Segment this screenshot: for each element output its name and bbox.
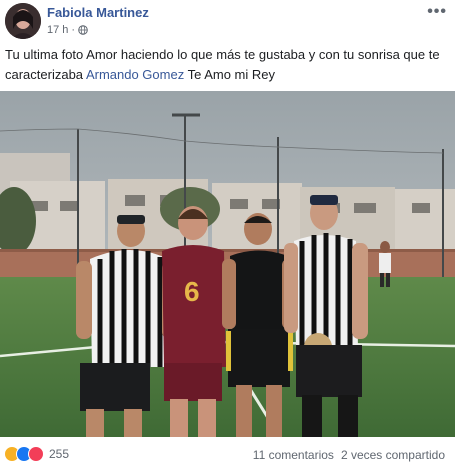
post-meta: 17 h · xyxy=(47,24,88,36)
mention-link[interactable]: Armando Gomez xyxy=(86,67,184,82)
love-icon xyxy=(28,446,44,462)
post-photo[interactable]: 6 xyxy=(0,91,455,437)
dot-separator: · xyxy=(71,24,76,36)
avatar-photo xyxy=(5,3,41,39)
facebook-post: Fabiola Martinez 17 h · ••• Tu ultima fo… xyxy=(0,0,455,471)
post-text: Tu ultima foto Amor haciendo lo que más … xyxy=(5,45,445,85)
reaction-count[interactable]: 255 xyxy=(49,447,69,461)
author-name[interactable]: Fabiola Martinez xyxy=(47,5,149,20)
shares-count[interactable]: 2 veces compartido xyxy=(341,448,445,462)
comments-count[interactable]: 11 comentarios xyxy=(253,448,334,462)
post-time[interactable]: 17 h xyxy=(47,24,68,36)
photo-scene: 6 xyxy=(0,91,455,437)
author-avatar[interactable] xyxy=(5,3,41,39)
post-text-after: Te Amo mi Rey xyxy=(184,67,275,82)
more-options-icon[interactable]: ••• xyxy=(427,3,447,21)
post-header: Fabiola Martinez 17 h · ••• xyxy=(0,0,455,44)
reactions-summary[interactable]: 255 xyxy=(4,446,69,462)
post-footer: 255 11 comentarios 2 veces compartido xyxy=(0,437,455,471)
globe-icon[interactable] xyxy=(78,25,88,35)
jersey-number: 6 xyxy=(184,276,200,307)
post-stats: 11 comentarios 2 veces compartido xyxy=(253,448,445,462)
